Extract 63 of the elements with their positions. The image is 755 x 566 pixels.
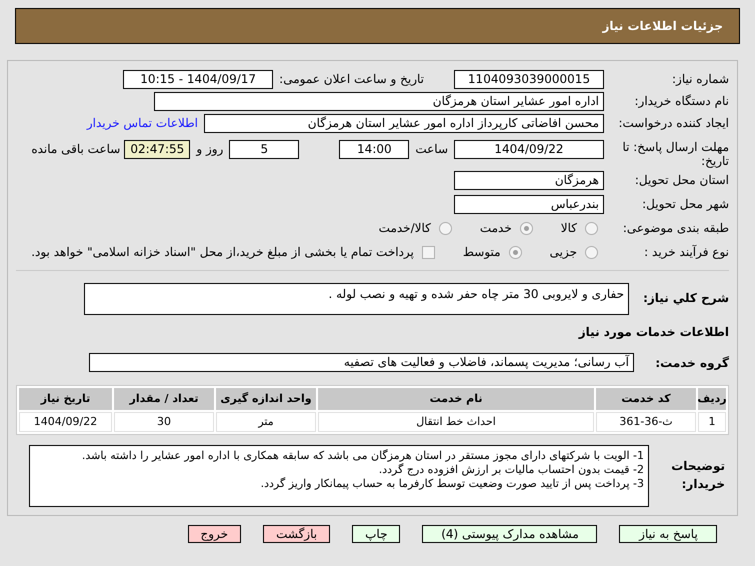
radio-button[interactable] <box>520 222 533 234</box>
radio-label: کالا/خدمت <box>378 220 431 237</box>
field-label: روز و <box>196 141 224 158</box>
table-cell: متر <box>216 412 316 432</box>
text-field[interactable]: 1404/09/22 <box>454 140 604 159</box>
radio-label: جزیی <box>550 244 577 261</box>
radio-label: کالا <box>560 220 577 237</box>
text-field[interactable]: 1104093039000015 <box>454 70 604 88</box>
radio-label: خدمت <box>480 220 512 237</box>
field-label: گروه خدمت: <box>654 354 729 372</box>
field-label: توضیحات خریدار: <box>670 458 726 493</box>
action-button[interactable]: چاپ <box>352 525 400 543</box>
column-header: واحد اندازه گیری <box>216 388 316 410</box>
checkbox-label: پرداخت تمام یا بخشی از مبلغ خرید،از محل "اسناد خزانه اسلامی" خواهد بود. <box>31 244 414 261</box>
field-label: شماره نیاز: <box>671 72 729 86</box>
table-cell: احداث خط انتقال <box>318 412 594 432</box>
field-label: تاریخ و ساعت اعلان عمومی: <box>279 71 424 88</box>
text-field[interactable]: بندرعباس <box>454 194 604 214</box>
text-field[interactable]: 5 <box>229 140 300 159</box>
field-label: نوع فرآیند خرید : <box>643 245 729 259</box>
field-label: ساعت باقی مانده <box>31 141 120 158</box>
radio-button[interactable] <box>585 222 598 234</box>
notes-line: 3- پرداخت پس از تایید صورت وضعیت توسط کارفرما به حساب پیمانکار واریز گردد. <box>260 477 644 491</box>
field-label: استان محل تحویل: <box>634 173 729 187</box>
field-label: نام دستگاه خریدار: <box>634 94 729 108</box>
column-header: نام خدمت <box>318 388 594 410</box>
contact-link[interactable]: اطلاعات تماس خریدار <box>86 114 198 132</box>
radio-button[interactable] <box>508 246 522 258</box>
text-field[interactable]: هرمزگان <box>454 170 604 190</box>
action-button[interactable]: بازگشت <box>263 525 330 543</box>
field-label: ساعت <box>415 141 448 158</box>
field-label: شهر محل تحویل: <box>641 197 729 211</box>
table-cell: ث-36-361 <box>596 412 696 432</box>
radio-button[interactable] <box>585 246 598 258</box>
radio-label: متوسط <box>462 244 501 261</box>
section-title: اطلاعات خدمات مورد نیاز <box>577 324 729 341</box>
column-header: تعداد / مقدار <box>114 388 214 410</box>
action-button[interactable]: خروج <box>188 525 242 543</box>
table-cell: 1 <box>698 412 726 432</box>
table-cell: 30 <box>114 412 214 432</box>
field-label: شرح کلي نیاز: <box>642 290 729 307</box>
field-label: ایجاد کننده درخواست: <box>617 116 729 130</box>
column-header: ردیف <box>698 388 726 410</box>
radio-button[interactable] <box>438 222 452 234</box>
page-title: جزئیات اطلاعات نیاز <box>602 18 723 35</box>
notes-line: 1- الویت با شرکتهای دارای مجوز مستقر در استان هرمزگان می باشد که سابقه همکاری با اداره امور عشایر را داشته باشد. <box>80 449 644 463</box>
notes-line: 2- قیمت بدون احتساب مالیات بر ارزش افزوده درج گردد. <box>378 463 644 477</box>
action-button[interactable]: پاسخ به نیاز <box>619 525 718 543</box>
text-field[interactable]: محسن افاضاتی کارپرداز اداره امور عشایر استان هرمزگان <box>204 114 604 132</box>
text-field[interactable]: 14:00 <box>339 140 410 159</box>
text-field[interactable]: اداره امور عشایر استان هرمزگان <box>154 92 604 110</box>
text-field[interactable]: 02:47:55 <box>124 140 190 159</box>
checkbox[interactable] <box>422 246 435 258</box>
field-label: مهلت ارسال پاسخ: تا تاریخ: <box>621 140 729 168</box>
column-header: تاریخ نیاز <box>19 388 112 410</box>
table-cell: 1404/09/22 <box>19 412 112 432</box>
description-field[interactable]: حفاری و لایروبی 30 متر چاه حفر شده و تهیه و نصب لوله . <box>84 283 629 315</box>
text-field[interactable]: آب رسانی؛ مدیریت پسماند، فاضلاب و فعالیت های تصفیه <box>89 353 634 372</box>
column-header: کد خدمت <box>596 388 696 410</box>
text-field[interactable]: 1404/09/17 - 10:15 <box>123 70 274 88</box>
notes-field[interactable] <box>29 445 649 507</box>
action-button[interactable]: مشاهده مدارک پیوستی (4) <box>422 525 598 543</box>
field-label: طبقه بندی موضوعی: <box>622 221 729 235</box>
